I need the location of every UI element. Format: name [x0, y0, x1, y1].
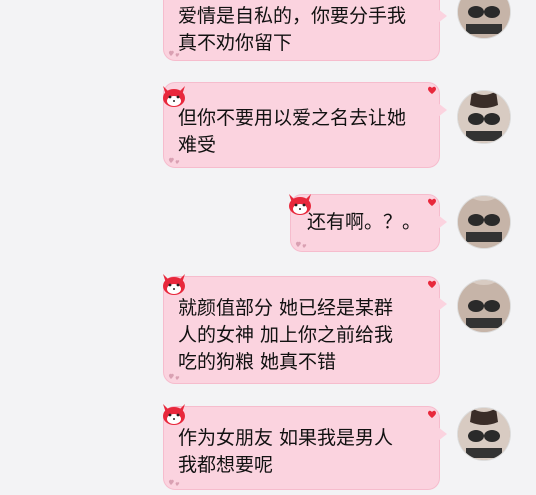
heart-icon — [168, 477, 182, 487]
message-text: 但你不要用以爱之名去让她 难受 — [178, 107, 407, 156]
chat-bubble[interactable]: 作为女朋友 如果我是男人 我都想要呢 — [163, 406, 447, 490]
heart-icon — [168, 371, 182, 381]
message-row: 作为女朋友 如果我是男人 我都想要呢 — [0, 396, 536, 495]
heart-icon — [427, 409, 437, 419]
fox-sticker-icon — [160, 270, 188, 298]
message-text: 作为女朋友 如果我是男人 我都想要呢 — [178, 427, 394, 476]
fox-sticker-icon — [286, 190, 314, 218]
chat-thread: 爱情是自私的，你要分手我 真不劝你留下 但你不要用以爱之名去让她 难受 还有啊。… — [0, 0, 536, 495]
avatar[interactable] — [458, 91, 510, 143]
message-text: 还有啊。？。 — [307, 211, 422, 233]
message-row: 还有啊。？。 — [0, 190, 536, 260]
message-text: 爱情是自私的，你要分手我 真不劝你留下 — [178, 5, 407, 54]
heart-icon — [427, 85, 437, 95]
heart-icon — [168, 48, 182, 58]
chat-bubble[interactable]: 但你不要用以爱之名去让她 难受 — [163, 82, 447, 168]
chat-bubble[interactable]: 爱情是自私的，你要分手我 真不劝你留下 — [163, 0, 447, 61]
heart-icon — [427, 197, 437, 207]
fox-sticker-icon — [160, 82, 188, 110]
avatar[interactable] — [458, 408, 510, 460]
heart-icon — [168, 155, 182, 165]
message-row: 就颜值部分 她已经是某群 人的女神 加上你之前给我 吃的狗粮 她真不错 — [0, 268, 536, 386]
avatar[interactable] — [458, 196, 510, 248]
heart-icon — [427, 279, 437, 289]
message-text: 就颜值部分 她已经是某群 人的女神 加上你之前给我 吃的狗粮 她真不错 — [178, 297, 394, 373]
heart-icon — [295, 239, 309, 249]
avatar[interactable] — [458, 280, 510, 332]
fox-sticker-icon — [160, 400, 188, 428]
message-row: 爱情是自私的，你要分手我 真不劝你留下 — [0, 0, 536, 62]
message-row: 但你不要用以爱之名去让她 难受 — [0, 82, 536, 172]
chat-bubble[interactable]: 就颜值部分 她已经是某群 人的女神 加上你之前给我 吃的狗粮 她真不错 — [163, 276, 447, 384]
avatar[interactable] — [458, 0, 510, 38]
